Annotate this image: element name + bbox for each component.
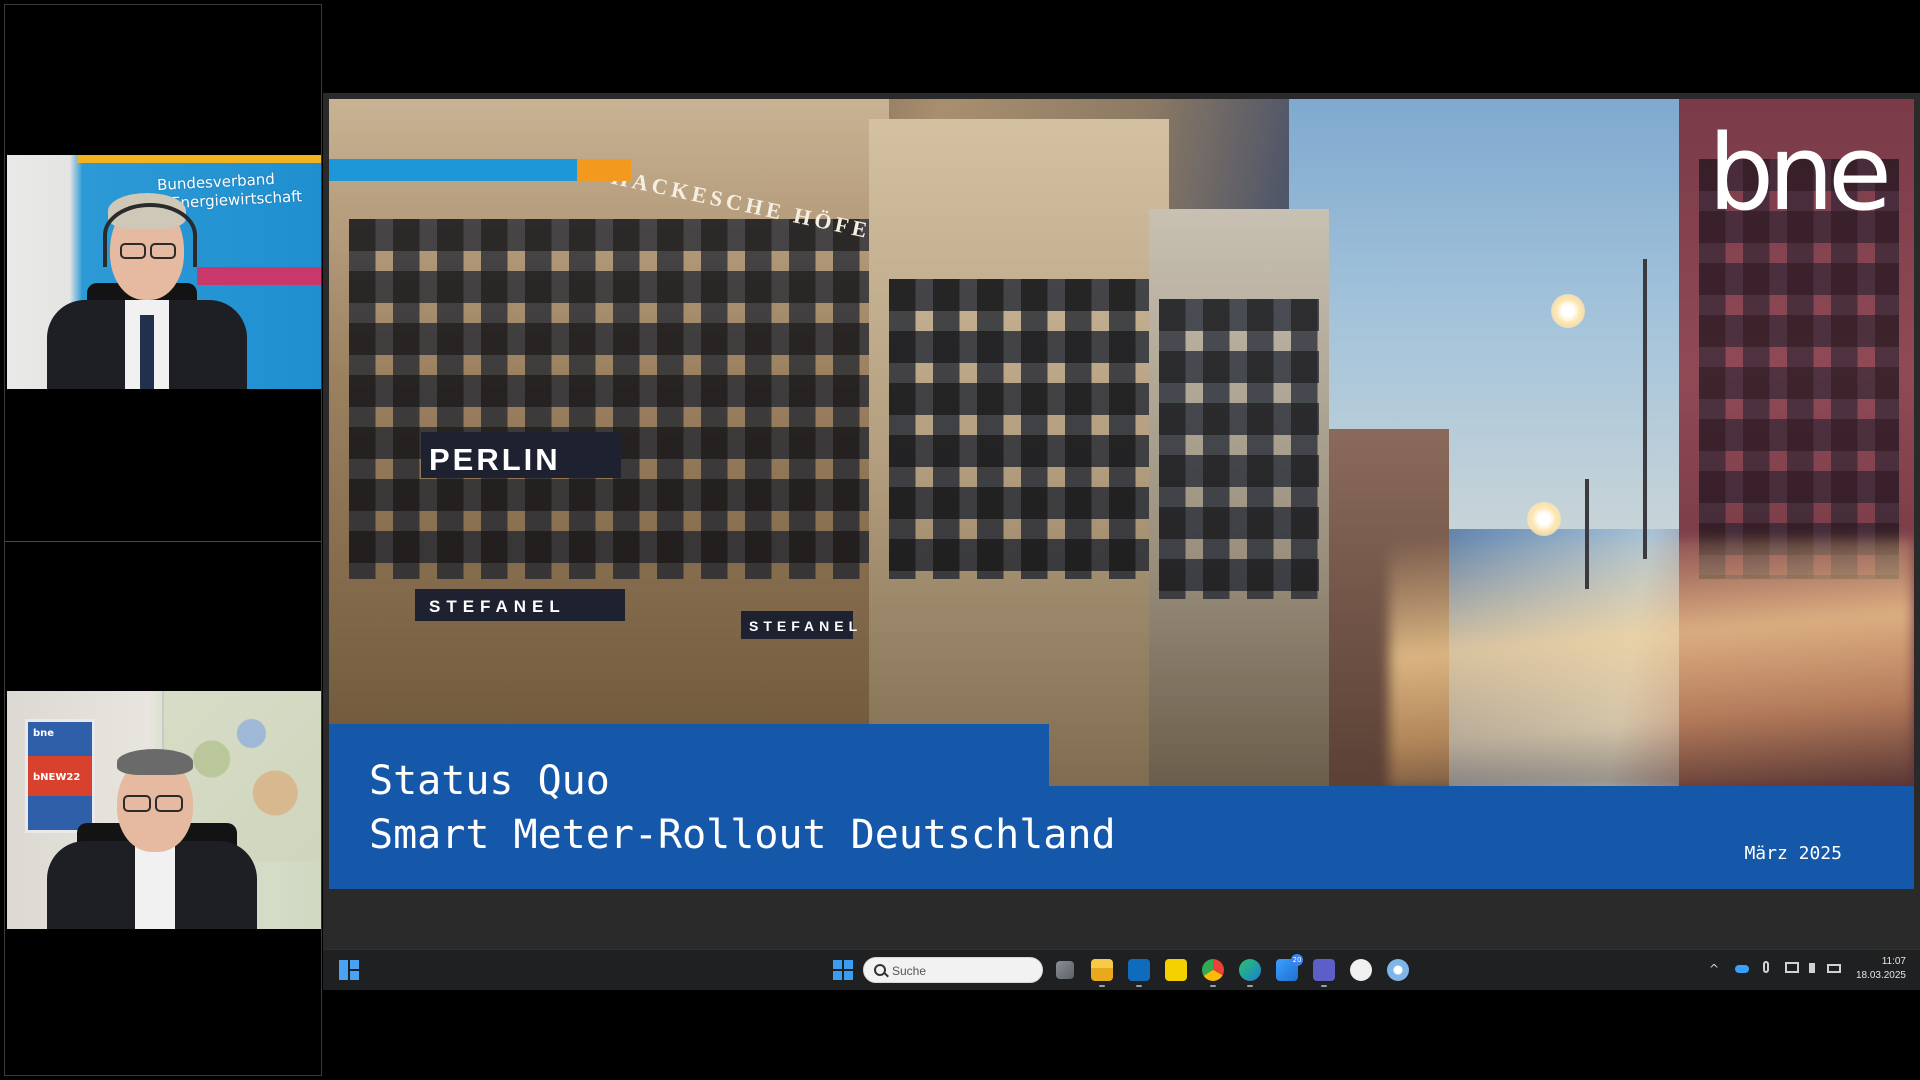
volume-icon[interactable]	[1809, 963, 1819, 973]
file-explorer-icon[interactable]	[1091, 959, 1113, 987]
rollup-banner-stripe	[197, 267, 321, 285]
outlook-icon[interactable]	[1128, 959, 1150, 987]
slide-date: März 2025	[1744, 843, 1842, 864]
clock-date: 18.03.2025	[1855, 970, 1906, 981]
taskbar-clock[interactable]: 11:07 18.03.2025	[1856, 955, 1906, 983]
start-icon[interactable]	[833, 960, 853, 980]
strip-divider	[5, 541, 321, 542]
photo-sign-perlin: PERLIN	[429, 442, 561, 477]
battery-icon[interactable]	[1827, 964, 1841, 973]
slide-accent-bar-orange	[577, 159, 631, 181]
participant-video-2[interactable]: bne bNEW22	[7, 691, 321, 929]
participant-video-1[interactable]: Bundesverband e Energiewirtschaft	[7, 155, 321, 389]
participant-strip: Bundesverband e Energiewirtschaft bne bN…	[4, 4, 322, 1076]
wall-poster: bne bNEW22	[25, 719, 95, 833]
notification-badge: 20	[1291, 954, 1303, 966]
shared-screen: PERLIN STEFANEL STEFANEL HACKESCHE HÖFE …	[323, 93, 1920, 990]
sticky-notes-icon[interactable]	[1165, 959, 1187, 981]
teams-icon[interactable]	[1313, 959, 1335, 987]
tray-chevron-icon[interactable]: ^	[1709, 962, 1719, 976]
photo-sign-stefanel: STEFANEL	[429, 597, 566, 616]
slide-title-line-2: Smart Meter-Rollout Deutschland	[369, 812, 1116, 858]
network-icon[interactable]	[1785, 962, 1799, 973]
slide-title-line-1: Status Quo	[369, 758, 610, 804]
bne-logo: bne	[1708, 112, 1892, 234]
onedrive-icon[interactable]	[1735, 965, 1749, 973]
search-placeholder: Suche	[892, 964, 927, 978]
poster-text-1: bne	[33, 728, 55, 739]
search-input[interactable]: Suche	[863, 957, 1043, 983]
widgets-icon[interactable]	[339, 960, 359, 980]
slide-accent-bar-blue	[329, 159, 577, 181]
presentation-slide: PERLIN STEFANEL STEFANEL HACKESCHE HÖFE …	[329, 99, 1914, 889]
search-icon	[874, 964, 886, 976]
windows-taskbar: Suche 20 ^ 11:07 18.03.2025	[323, 949, 1920, 990]
chrome-icon[interactable]	[1202, 959, 1224, 987]
rollup-banner-accent	[77, 155, 321, 163]
slide-background-photo: PERLIN STEFANEL STEFANEL HACKESCHE HÖFE	[329, 99, 1914, 789]
pm-app-icon[interactable]	[1350, 959, 1372, 981]
poster-text-2: bNEW22	[33, 772, 81, 783]
clock-time: 11:07	[1881, 956, 1906, 967]
feedback-icon[interactable]: 20	[1276, 954, 1303, 981]
task-view-icon[interactable]	[1056, 961, 1074, 979]
edge-icon[interactable]	[1239, 959, 1261, 987]
settings-app-icon[interactable]	[1387, 959, 1409, 981]
photo-sign-stefanel-2: STEFANEL	[749, 618, 863, 634]
microphone-icon[interactable]	[1763, 961, 1769, 973]
